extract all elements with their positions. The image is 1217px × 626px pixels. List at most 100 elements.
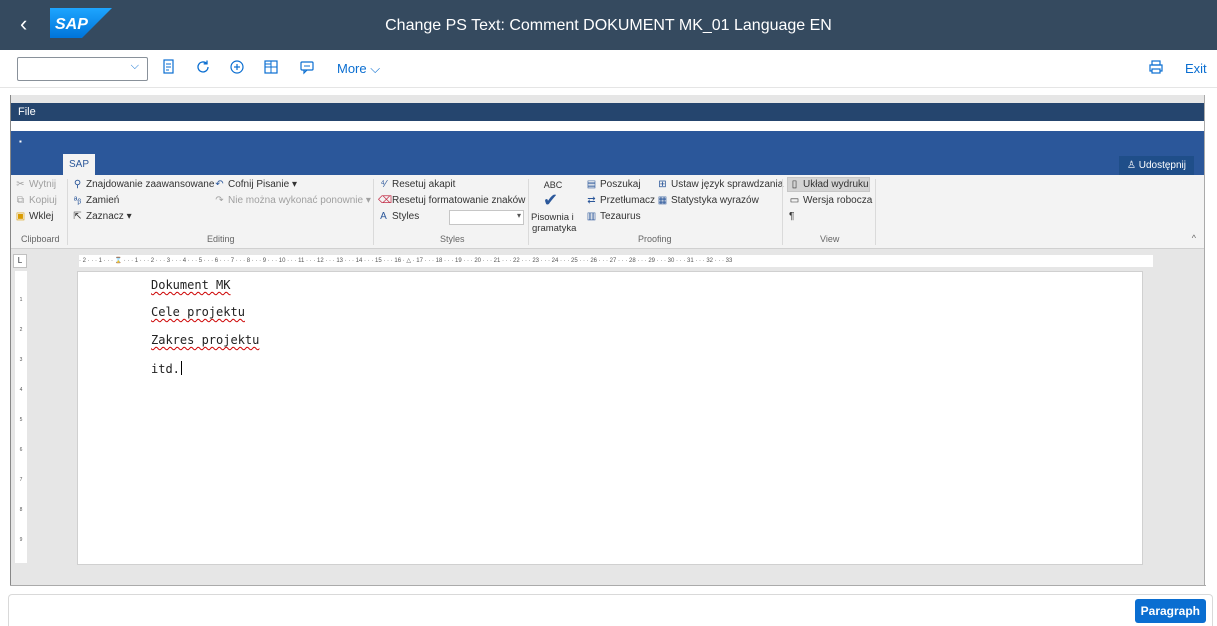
reset-char-format-label: Resetuj formatowanie znaków [392, 195, 526, 206]
scissors-icon: ✂ [16, 179, 25, 190]
refresh-icon[interactable] [194, 59, 212, 79]
eraser-icon: ⌫ [378, 195, 393, 206]
page-title: Change PS Text: Comment DOKUMENT MK_01 L… [385, 17, 832, 34]
replace-label: Zamień [86, 195, 120, 206]
file-tab[interactable]: File [11, 103, 1204, 121]
undo-label: Cofnij Pisanie [228, 179, 290, 190]
reset-char-format-button[interactable]: ⌫Resetuj formatowanie znaków [378, 194, 525, 208]
tab-selector[interactable]: L [13, 254, 27, 268]
paragraph-button[interactable]: Paragraph [1134, 599, 1206, 623]
spelling-grammar-label: gramatyka [532, 223, 577, 234]
message-icon[interactable] [298, 59, 316, 79]
quick-access-icon[interactable]: ▪ [19, 137, 22, 146]
chevron-down-icon: ▾ [516, 211, 521, 220]
abc-label: ABC [543, 180, 563, 190]
group-label-styles: Styles [440, 234, 465, 244]
word-editor-frame: File ▪ SAP ♙ Udostępnij ✂ Wytnij ⧉ Kopiuj … [10, 95, 1205, 585]
collapse-ribbon-icon[interactable]: ^ [1192, 233, 1196, 243]
clipboard-icon: ▣ [15, 211, 26, 222]
styles-icon: A [380, 211, 387, 222]
exit-button[interactable]: Exit [1185, 61, 1207, 76]
translate-label: Przetłumacz [600, 195, 656, 206]
research-icon: ▤ [586, 179, 597, 190]
print-icon[interactable] [1148, 59, 1164, 79]
document-page[interactable]: Dokument MK Cele projektu Zakres projekt… [77, 271, 1143, 565]
redo-icon: ↷ [215, 195, 224, 206]
text-cursor [180, 361, 182, 375]
styles-button[interactable]: A Styles [378, 210, 419, 224]
app-toolbar: ⌵ More ⌵ Exit [0, 50, 1217, 88]
thesaurus-button[interactable]: ▥ Tezaurus [586, 210, 641, 224]
advanced-find-button[interactable]: ⚲ Znajdowanie zaawansowane [72, 178, 215, 192]
word-stats-button[interactable]: ▦ Statystyka wyrazów [657, 194, 759, 208]
cut-button[interactable]: ✂ Wytnij [15, 178, 56, 192]
search-icon: ⚲ [73, 179, 82, 190]
print-layout-button[interactable]: ▯ Układ wydruku [789, 178, 869, 192]
reset-paragraph-icon: ⁴⁄ [380, 179, 387, 190]
print-layout-label: Układ wydruku [803, 179, 869, 190]
layout-icon[interactable] [262, 59, 280, 79]
search-label: Poszukaj [600, 179, 641, 190]
share-label: Udostępnij [1138, 160, 1186, 171]
styles-label: Styles [392, 211, 420, 222]
styles-dropdown[interactable]: ▾ [449, 210, 524, 225]
vertical-ruler: 1 2 3 4 5 6 7 8 9 [15, 271, 27, 563]
group-label-view: View [820, 234, 840, 244]
shell-header: ‹ SAP Change PS Text: Comment DOKUMENT M… [0, 0, 1217, 50]
doc-line-1[interactable]: Dokument MK [151, 278, 230, 292]
set-language-button[interactable]: ⊞ Ustaw język sprawdzania [657, 178, 783, 192]
search-button[interactable]: ▤ Poszukaj [586, 178, 641, 192]
doc-line-4-text: itd. [151, 362, 180, 376]
doc-line-4[interactable]: itd. [151, 361, 182, 376]
more-button[interactable]: More ⌵ [337, 61, 380, 77]
draft-button[interactable]: ▭ Wersja robocza [789, 194, 873, 208]
set-language-label: Ustaw język sprawdzania [671, 179, 784, 190]
doc-line-3[interactable]: Zakres projektu [151, 333, 259, 347]
undo-button[interactable]: ↶ Cofnij Pisanie ▾ [214, 178, 297, 192]
horizontal-ruler[interactable]: · 2 · · · 1 · · · ⌛ · · · 1 · · · 2 · · … [79, 255, 1153, 267]
advanced-find-label: Znajdowanie zaawansowane [86, 179, 215, 190]
group-label-clipboard: Clipboard [21, 234, 60, 244]
draft-icon: ▭ [789, 195, 800, 206]
user-icon: ♙ [1126, 160, 1139, 171]
translate-button[interactable]: ⇄ Przetłumacz [586, 194, 655, 208]
variant-select[interactable]: ⌵ [17, 57, 148, 81]
undo-icon: ↶ [215, 179, 224, 190]
cursor-icon: ⇱ [73, 211, 82, 222]
show-marks-button[interactable]: ¶ [789, 210, 794, 224]
footer-bar: Paragraph [8, 594, 1213, 626]
paste-button[interactable]: ▣ Wklej [15, 210, 54, 224]
share-button[interactable]: ♙ Udostępnij [1118, 156, 1194, 175]
redo-button[interactable]: ↷ Nie można wykonać ponownie ▾ [214, 194, 371, 208]
reset-paragraph-button[interactable]: ⁴⁄ Resetuj akapit [378, 178, 456, 192]
thesaurus-label: Tezaurus [600, 211, 641, 222]
cut-label: Wytnij [29, 179, 57, 190]
reset-paragraph-label: Resetuj akapit [392, 179, 456, 190]
tab-sap[interactable]: SAP [63, 154, 95, 175]
stats-icon: ▦ [657, 195, 668, 206]
redo-label: Nie można wykonać ponownie [228, 195, 364, 206]
select-button[interactable]: ⇱ Zaznacz ▾ [72, 210, 131, 224]
save-as-icon[interactable] [160, 59, 178, 79]
spelling-check-icon[interactable]: ✔ [543, 190, 558, 211]
copy-label: Kopiuj [29, 195, 57, 206]
add-icon[interactable] [228, 59, 246, 79]
chevron-down-icon: ⌵ [130, 60, 139, 72]
draft-label: Wersja robocza [803, 195, 873, 206]
group-label-proofing: Proofing [638, 234, 672, 244]
ribbon-title-band: ▪ [11, 131, 1204, 175]
paste-label: Wklej [29, 211, 54, 222]
language-icon: ⊞ [658, 179, 667, 190]
dropdown-icon: ▾ [291, 179, 297, 190]
word-stats-label: Statystyka wyrazów [671, 195, 759, 206]
copy-icon: ⧉ [16, 195, 25, 206]
doc-line-2[interactable]: Cele projektu [151, 305, 245, 319]
copy-button[interactable]: ⧉ Kopiuj [15, 194, 57, 208]
replace-icon: ᵃᵦ [73, 195, 82, 206]
thesaurus-icon: ▥ [586, 211, 597, 222]
select-label: Zaznacz [86, 211, 124, 222]
page-icon: ▯ [791, 179, 798, 190]
translate-icon: ⇄ [587, 195, 596, 206]
ribbon: ✂ Wytnij ⧉ Kopiuj ▣ Wklej Clipboard ⚲ Znajdo… [11, 175, 1204, 249]
replace-button[interactable]: ᵃᵦ Zamień [72, 194, 120, 208]
